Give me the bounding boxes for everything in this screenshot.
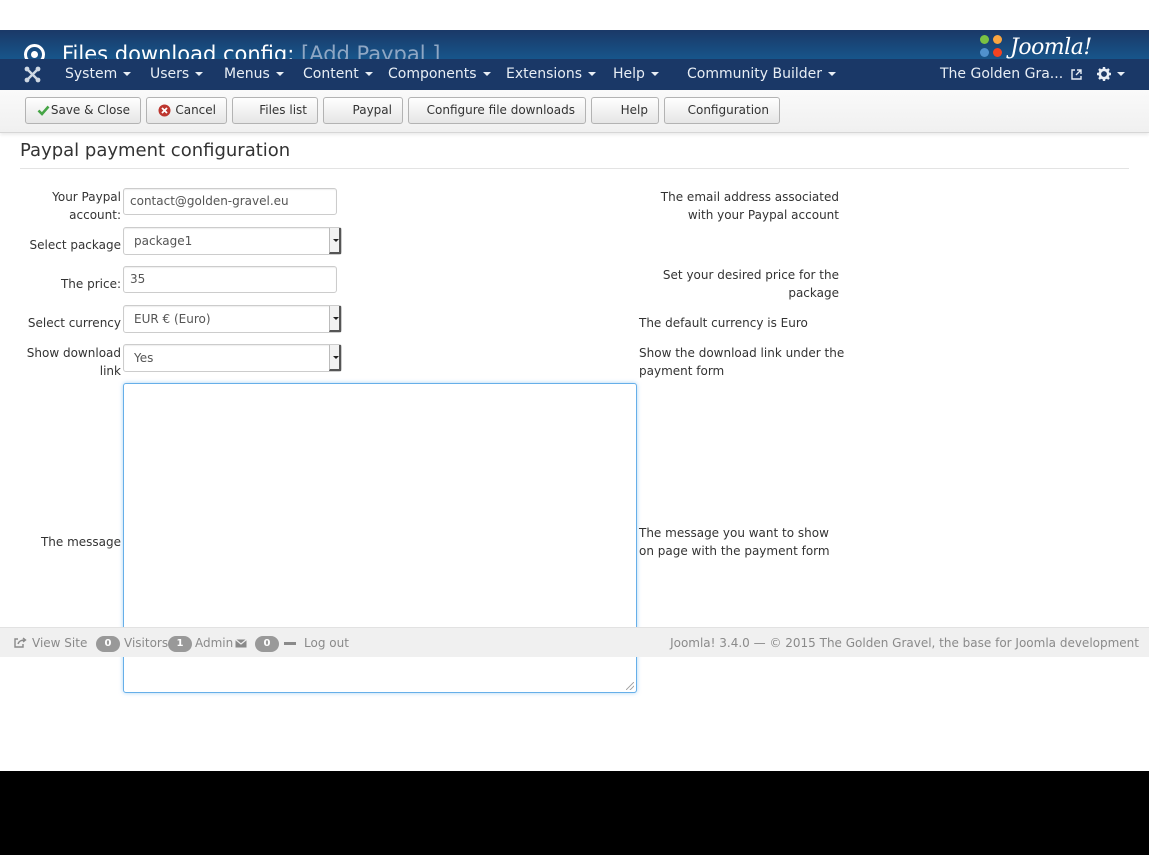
paypal-account-input[interactable]: contact@golden-gravel.eu: [123, 188, 337, 215]
menu-content[interactable]: Content: [303, 59, 373, 90]
page-header: Files download config: [Add Paypal ] Joo…: [0, 30, 1149, 60]
status-bar: View Site 0 Visitors 1 Admin 0 Log out J…: [0, 627, 1149, 657]
help-button[interactable]: Help: [591, 97, 659, 124]
price-label: The price:: [60, 277, 121, 291]
menu-system[interactable]: System: [65, 59, 132, 90]
caret-down-icon: [275, 72, 284, 76]
message-label: The message: [40, 535, 121, 549]
view-site-link[interactable]: View Site: [14, 628, 87, 658]
caret-down-icon: [482, 72, 491, 76]
page-title: Files download config: [Add Paypal ]: [62, 42, 440, 60]
external-link-icon: [1070, 68, 1082, 80]
main-menu: System Users Menus Content Components Ex…: [0, 59, 1149, 90]
configuration-button[interactable]: Configuration: [664, 97, 780, 124]
joomla-logo-text: Joomla!: [1010, 34, 1092, 60]
share-icon: [14, 637, 27, 648]
minus-icon: [284, 642, 296, 645]
joomla-logo[interactable]: Joomla!: [980, 34, 1092, 60]
price-hint: Set your desired price for the package: [662, 268, 839, 300]
dropdown-arrow-icon: [329, 345, 341, 371]
visitors-label: Visitors: [124, 636, 169, 650]
divider: [20, 168, 1129, 169]
currency-select[interactable]: EUR € (Euro): [123, 305, 342, 333]
dropdown-arrow-icon: [329, 228, 341, 254]
currency-select-value: EUR € (Euro): [134, 312, 211, 326]
page-title-main: Files download config:: [62, 42, 295, 60]
messages-count-badge: 0: [255, 636, 279, 652]
caret-down-icon: [650, 72, 659, 76]
site-link[interactable]: The Golden Gra...: [940, 59, 1082, 90]
paypal-button[interactable]: Paypal: [323, 97, 403, 124]
currency-label: Select currency: [27, 316, 121, 330]
menu-community-builder[interactable]: Community Builder: [687, 59, 836, 90]
menu-extensions[interactable]: Extensions: [506, 59, 597, 90]
show-download-hint: Show the download link under the payment…: [639, 346, 845, 378]
caret-down-icon: [588, 72, 597, 76]
menu-help[interactable]: Help: [613, 59, 659, 90]
show-download-select-value: Yes: [134, 351, 154, 365]
package-select-value: package1: [134, 234, 193, 248]
configure-downloads-button[interactable]: Configure file downloads: [408, 97, 586, 124]
admin-count-badge: 1: [168, 636, 192, 652]
target-icon: [24, 44, 45, 60]
show-download-select[interactable]: Yes: [123, 344, 342, 372]
paypal-account-hint: The email address associated with your P…: [660, 190, 839, 222]
joomla-logo-icon: [980, 35, 1006, 59]
dropdown-arrow-icon: [329, 306, 341, 332]
check-icon: [37, 105, 50, 116]
save-close-button[interactable]: Save & Close: [25, 97, 141, 124]
currency-hint: The default currency is Euro: [639, 316, 808, 330]
package-label: Select package: [29, 238, 122, 252]
price-input[interactable]: 35: [123, 266, 337, 293]
admin-label: Admin: [195, 636, 234, 650]
joomla-menu-icon[interactable]: [24, 66, 41, 83]
package-select[interactable]: package1: [123, 227, 342, 255]
menu-menus[interactable]: Menus: [224, 59, 284, 90]
envelope-icon[interactable]: [235, 639, 247, 648]
caret-down-icon: [828, 72, 836, 76]
files-list-button[interactable]: Files list: [232, 97, 318, 124]
resize-grip-icon[interactable]: [626, 682, 634, 690]
caret-down-icon: [1117, 72, 1125, 76]
page-title-sub: [Add Paypal ]: [301, 42, 441, 60]
paypal-account-label: Your Paypal account:: [52, 190, 121, 222]
toolbar: Save & Close Cancel Files list Paypal Co…: [0, 90, 1149, 133]
settings-menu[interactable]: [1097, 59, 1125, 90]
admin-page: Files download config: [Add Paypal ] Joo…: [0, 0, 1149, 771]
menu-users[interactable]: Users: [150, 59, 204, 90]
caret-down-icon: [123, 72, 132, 76]
show-download-label: Show download link: [26, 346, 121, 378]
cancel-icon: [158, 104, 171, 117]
section-heading: Paypal payment configuration: [20, 140, 291, 161]
menu-components[interactable]: Components: [388, 59, 491, 90]
message-hint: The message you want to show on page wit…: [639, 526, 830, 558]
caret-down-icon: [364, 72, 373, 76]
cancel-button[interactable]: Cancel: [146, 97, 227, 124]
footer-copyright: Joomla! 3.4.0 — © 2015 The Golden Gravel…: [670, 636, 1139, 650]
gear-icon: [1097, 67, 1111, 81]
logout-link[interactable]: Log out: [304, 628, 349, 658]
visitors-count-badge: 0: [96, 636, 120, 652]
caret-down-icon: [195, 72, 204, 76]
